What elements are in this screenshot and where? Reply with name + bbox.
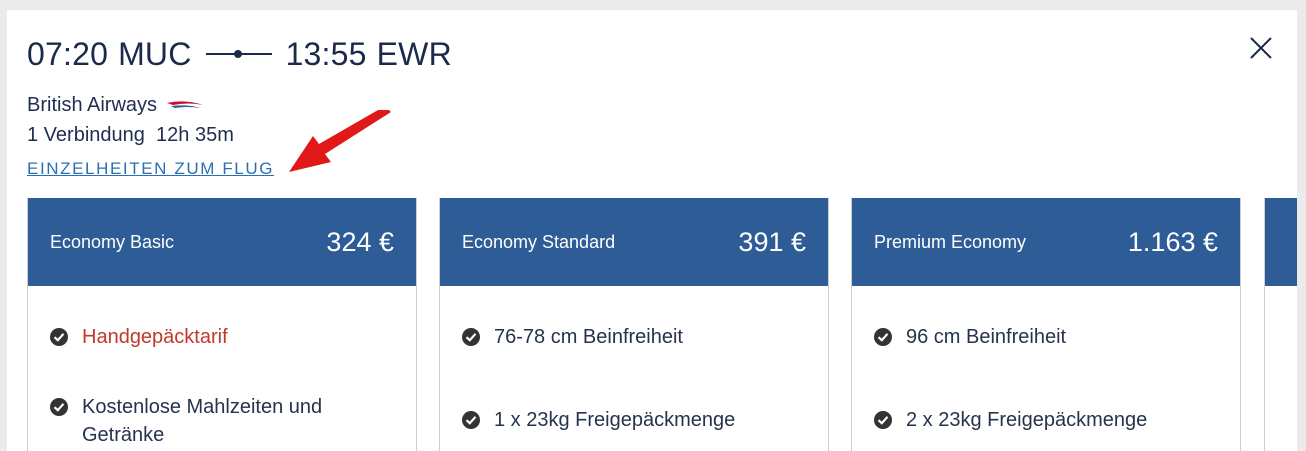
flight-duration: 12h 35m	[156, 124, 234, 146]
fare-name: Economy Standard	[462, 231, 616, 252]
fare-price: 391 €	[738, 226, 806, 257]
check-circle-icon	[462, 328, 480, 346]
fare-feature: Handgepäcktarif	[50, 326, 352, 351]
fare-feature: Kostenlose Mahlzeiten und Getränke	[50, 396, 352, 449]
fare-feature-text: 1 x 23kg Freigepäckmenge	[494, 409, 736, 431]
fare-feature: 76-78 cm Beinfreiheit	[462, 326, 764, 351]
fare-card-partial[interactable]	[1264, 198, 1297, 451]
fare-name: Premium Economy	[874, 231, 1027, 252]
fare-card-header[interactable]	[1265, 198, 1297, 286]
arrival-airport: EWR	[376, 35, 452, 72]
airline-row: British Airways	[27, 94, 205, 117]
fare-card-header[interactable]: Premium Economy 1.163 €	[852, 198, 1240, 286]
check-circle-icon	[50, 328, 68, 346]
fare-card-premium-economy: Premium Economy 1.163 € 96 cm Beinfreihe…	[851, 198, 1241, 451]
fare-card-header[interactable]: Economy Standard 391 €	[440, 198, 828, 286]
check-circle-icon	[874, 328, 892, 346]
flight-route: 07:20 MUC 13:55 EWR	[27, 34, 452, 74]
fare-name: Economy Basic	[50, 231, 175, 252]
check-circle-icon	[50, 398, 68, 416]
connection-info: 1 Verbindung 12h 35m	[27, 124, 234, 147]
close-icon[interactable]	[1247, 34, 1275, 62]
fare-feature-text: Kostenlose Mahlzeiten und Getränke	[82, 396, 323, 446]
fare-price: 1.163 €	[1127, 226, 1218, 257]
fare-price: 324 €	[326, 226, 394, 257]
route-line-icon	[205, 50, 272, 58]
fare-feature: 1 x 23kg Freigepäckmenge	[462, 409, 764, 434]
fare-feature-text: Handgepäcktarif	[82, 326, 228, 348]
flight-details-link[interactable]: EINZELHEITEN ZUM FLUG	[27, 159, 274, 179]
arrival-time: 13:55	[285, 35, 367, 72]
fare-card-economy-basic: Economy Basic 324 € Handgepäcktarif Kost…	[27, 198, 417, 451]
british-airways-logo	[167, 100, 204, 108]
fare-feature: 2 x 23kg Freigepäckmenge	[874, 409, 1176, 434]
connection-count: 1 Verbindung	[27, 124, 145, 146]
check-circle-icon	[874, 411, 892, 429]
fare-feature-text: 76-78 cm Beinfreiheit	[494, 326, 683, 348]
fare-feature-text: 96 cm Beinfreiheit	[906, 326, 1067, 348]
fare-card-header[interactable]: Economy Basic 324 €	[28, 198, 416, 286]
departure-time: 07:20	[27, 35, 109, 72]
fare-card-economy-standard: Economy Standard 391 € 76-78 cm Beinfrei…	[439, 198, 829, 451]
airline-name: British Airways	[27, 94, 158, 116]
fare-feature-text: 2 x 23kg Freigepäckmenge	[906, 409, 1148, 431]
fare-feature: 96 cm Beinfreiheit	[874, 326, 1176, 351]
flight-details-panel: 07:20 MUC 13:55 EWR British Airways 1 Ve…	[7, 10, 1297, 451]
departure-airport: MUC	[118, 35, 192, 72]
check-circle-icon	[462, 411, 480, 429]
red-arrow-icon	[289, 110, 391, 172]
